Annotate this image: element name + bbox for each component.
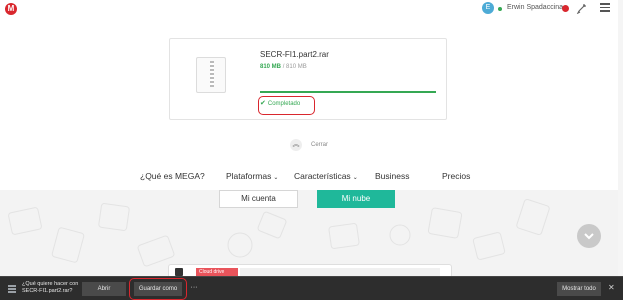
nav-platforms-label: Plataformas <box>226 171 272 181</box>
notification-badge[interactable] <box>562 5 569 12</box>
file-name: SECR-FI1.part2.rar <box>260 50 329 59</box>
archive-icon <box>210 61 214 87</box>
show-all-button[interactable]: Mostrar todo <box>557 282 601 296</box>
user-name[interactable]: Erwin Spadaccina <box>507 4 563 11</box>
size-transferred: 810 MB <box>260 64 282 70</box>
page-scrollbar[interactable] <box>618 0 623 276</box>
download-question-line1: ¿Qué quiere hacer con <box>22 281 79 287</box>
download-bar: ¿Qué quiere hacer con SECR-FI1.part2.rar… <box>0 276 623 300</box>
chevron-down-icon <box>584 233 594 240</box>
scroll-down-button[interactable] <box>577 224 601 248</box>
rocket-icon[interactable] <box>576 2 588 14</box>
online-status-dot <box>498 7 502 11</box>
download-question-line2: SECR-FI1.part2.rar? <box>22 288 73 294</box>
app-preview-tab: Cloud drive <box>196 268 238 276</box>
nav-features[interactable]: Características ⌄ <box>294 171 358 181</box>
top-header: M E Erwin Spadaccina <box>0 0 623 18</box>
nav-pricing[interactable]: Precios <box>442 171 470 181</box>
open-button[interactable]: Abrir <box>82 282 126 296</box>
nav-business[interactable]: Business <box>375 171 410 181</box>
size-total: / 810 MB <box>282 64 307 70</box>
my-account-button[interactable]: Mi cuenta <box>219 190 298 208</box>
app-preview-logo <box>175 268 183 276</box>
nav-platforms[interactable]: Plataformas ⌄ <box>226 171 278 181</box>
collapse-chevron-up-icon[interactable]: ︽ <box>290 139 302 151</box>
my-cloud-button[interactable]: Mi nube <box>317 190 395 208</box>
download-question: ¿Qué quiere hacer con SECR-FI1.part2.rar… <box>22 281 78 295</box>
mega-logo[interactable]: M <box>5 3 17 15</box>
app-preview-bar <box>240 268 440 276</box>
progress-bar <box>260 91 436 93</box>
chevron-down-icon: ⌄ <box>352 175 358 181</box>
page: { "header": { "logo_letter": "M", "user_… <box>0 0 623 300</box>
nav-what-is-mega[interactable]: ¿Qué es MEGA? <box>140 171 205 181</box>
more-options-button[interactable]: ··· <box>188 282 200 296</box>
chevron-down-icon: ⌄ <box>273 175 279 181</box>
close-icon[interactable]: ✕ <box>608 283 615 292</box>
file-thumbnail <box>196 57 226 93</box>
hamburger-menu-icon[interactable] <box>600 3 610 13</box>
progress-fill <box>260 91 436 93</box>
nav-features-label: Características <box>294 171 351 181</box>
save-as-highlight-outline <box>129 278 187 300</box>
user-avatar[interactable]: E <box>482 2 494 14</box>
close-link[interactable]: Cerrar <box>311 142 328 148</box>
file-list-icon <box>8 285 16 293</box>
file-size: 810 MB / 810 MB <box>260 64 307 70</box>
status-highlight-outline <box>258 96 315 115</box>
hero-section: Mi cuenta Mi nube Cloud drive <box>0 190 623 276</box>
